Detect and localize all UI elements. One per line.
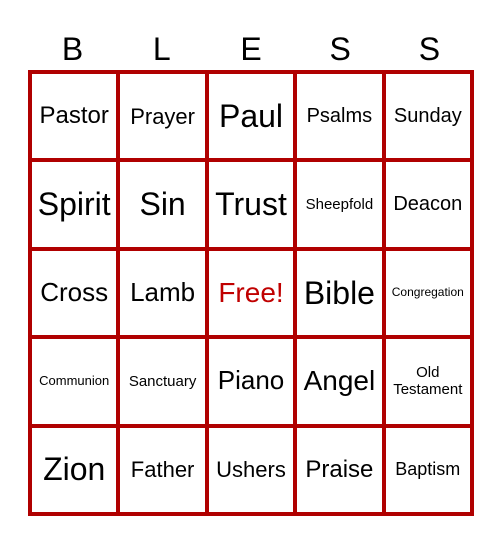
header-letter-l: L <box>152 31 171 67</box>
bingo-cell[interactable]: Father <box>118 425 207 514</box>
bingo-cell[interactable]: Piano <box>206 337 296 426</box>
bingo-cell[interactable]: Psalms <box>295 72 384 161</box>
bingo-cell[interactable]: Congregation <box>383 248 472 338</box>
bingo-cell[interactable]: Sheepfold <box>295 160 384 249</box>
bingo-cell[interactable]: Angel <box>295 337 384 426</box>
bingo-cell[interactable]: Pastor <box>30 72 119 161</box>
header-letter-b: B <box>61 31 84 67</box>
bingo-header: B L E S S <box>28 28 474 70</box>
bingo-board: Pastor Prayer Paul Psalms Sunday Spirit Sin Tru… <box>28 70 474 516</box>
bingo-cell[interactable]: Old Testament <box>383 337 472 426</box>
bingo-cell[interactable]: Sunday <box>383 72 472 161</box>
bingo-cell[interactable]: Sanctuary <box>118 337 207 426</box>
bingo-cell[interactable]: Ushers <box>206 425 296 514</box>
header-letter-s1: S <box>329 31 351 67</box>
bingo-cell[interactable]: Spirit <box>30 160 119 249</box>
free-space-cell[interactable]: Free! <box>206 248 296 338</box>
bingo-cell[interactable]: Cross <box>30 248 119 338</box>
bingo-cell[interactable]: Sin <box>118 160 207 249</box>
bingo-cell[interactable]: Trust <box>206 160 296 249</box>
bingo-cell[interactable]: Paul <box>206 72 296 161</box>
bingo-cell[interactable]: Communion <box>30 337 119 426</box>
bingo-cell[interactable]: Baptism <box>383 425 472 514</box>
header-letter-s2: S <box>418 31 441 67</box>
header-letter-e: E <box>240 31 262 67</box>
bingo-cell[interactable]: Zion <box>30 425 119 514</box>
bingo-cell[interactable]: Deacon <box>383 160 472 249</box>
bingo-cell[interactable]: Praise <box>295 425 384 514</box>
bingo-cell[interactable]: Lamb <box>118 248 207 338</box>
bingo-cell[interactable]: Prayer <box>118 72 207 161</box>
bingo-cell[interactable]: Bible <box>295 248 384 338</box>
